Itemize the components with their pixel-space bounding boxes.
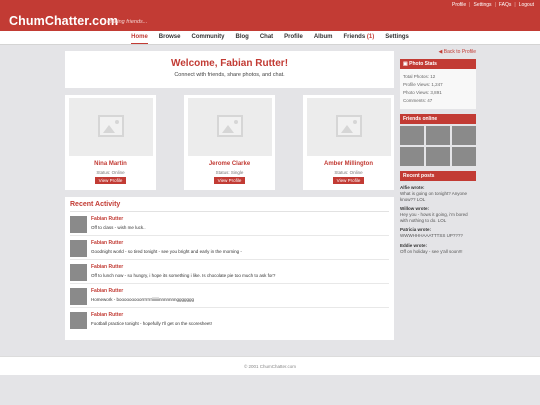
stat-profile-views: Profile Views: 1,247 (403, 82, 443, 87)
stat-total-photos: Total Photos: 12 (403, 74, 436, 79)
welcome-panel: Welcome, Fabian Rutter! Connect with fri… (65, 51, 394, 88)
nav-home[interactable]: Home (131, 34, 148, 44)
post-text: Off on holiday - see y'all soon!!! (400, 248, 463, 254)
recent-post: Alfie wrote: What is going on tonight? A… (400, 185, 476, 202)
toplink-logout[interactable]: Logout (519, 2, 534, 8)
separator: | (469, 2, 471, 8)
stat-photo-views: Photo Views: 3,891 (403, 90, 442, 95)
sidebar: ◀ Back to Profile ▣ Photo Stats Total Ph… (400, 49, 476, 254)
image-placeholder-icon (335, 115, 362, 137)
friend-thumbnail[interactable] (452, 126, 476, 145)
friend-thumbnail[interactable] (426, 147, 450, 166)
recent-post: Eddie wrote: Off on holiday - see y'all … (400, 243, 476, 255)
activity-author[interactable]: Fabian Rutter (91, 288, 194, 294)
activity-text: Football practice tonight - hopefully I'… (91, 321, 212, 326)
nav-chat[interactable]: Chat (260, 34, 273, 44)
activity-item: Fabian Rutter Off to lunch now - so hungr… (70, 260, 389, 284)
recent-post: Patricia wrote: WWWHHHAAATTTSS UP???? (400, 227, 476, 239)
avatar[interactable] (70, 240, 87, 257)
welcome-subtitle: Connect with friends, share photos, and … (174, 72, 285, 78)
friend-thumbnail[interactable] (400, 147, 424, 166)
separator: | (514, 2, 516, 8)
nav-friends[interactable]: Friends (1) (344, 34, 375, 44)
toplink-settings[interactable]: Settings (473, 2, 491, 8)
recent-post: Willow wrote: Hey you - hows it going, i… (400, 206, 476, 223)
friends-online-title: Friends online (400, 114, 476, 124)
friend-name[interactable]: Jerome Clarke (184, 161, 275, 167)
post-text: What is going on tonight? Anyone know?? … (400, 191, 468, 202)
nav-friends-label: Friends (343, 34, 367, 40)
avatar[interactable] (70, 216, 87, 233)
friend-thumbnail[interactable] (400, 126, 424, 145)
friend-name[interactable]: Amber Millington (303, 161, 394, 167)
friend-card: Nina Martin Status: Online View Profile (65, 95, 156, 190)
recent-posts-title: Recent posts (400, 171, 476, 181)
view-profile-button[interactable]: View Profile (213, 177, 246, 184)
view-profile-button[interactable]: View Profile (332, 177, 365, 184)
activity-author[interactable]: Fabian Rutter (91, 216, 146, 222)
activity-item: Fabian Rutter Homework - booooooooorrrrrr… (70, 284, 389, 308)
friend-photo[interactable] (187, 98, 272, 156)
friends-count-badge: (1) (366, 34, 375, 40)
post-text: WWWHHHAAATTTSS UP???? (400, 233, 463, 238)
activity-author[interactable]: Fabian Rutter (91, 240, 242, 246)
footer: © 2001 ChumChatter.com (0, 356, 540, 375)
nav-album[interactable]: Album (314, 34, 333, 44)
avatar[interactable] (70, 312, 87, 329)
friend-photo[interactable] (68, 98, 153, 156)
toplink-profile[interactable]: Profile (452, 2, 466, 8)
main-nav: Home Browse Community Blog Chat Profile … (0, 31, 540, 45)
activity-item: Fabian Rutter Football practice tonight -… (70, 308, 389, 332)
stat-comments: Comments: 47 (403, 98, 433, 103)
photo-stats-header: ▣ Photo Stats (400, 59, 476, 69)
friends-online-grid (400, 126, 476, 166)
recent-activity-title: Recent Activity (70, 201, 389, 212)
activity-text: Goodnight world - so tired tonight - see… (91, 249, 242, 254)
image-placeholder-icon (216, 115, 243, 137)
friend-status: Status: Online (334, 170, 363, 175)
main-content: Welcome, Fabian Rutter! Connect with fri… (65, 51, 394, 340)
post-author[interactable]: Alfie wrote: (400, 185, 476, 190)
nav-browse[interactable]: Browse (159, 34, 181, 44)
nav-profile[interactable]: Profile (284, 34, 303, 44)
photo-stats-title: Photo Stats (409, 61, 437, 67)
site-tagline: making friends... (107, 19, 148, 25)
account-links: Profile | Settings | FAQs | Logout (452, 2, 534, 8)
activity-author[interactable]: Fabian Rutter (91, 264, 275, 270)
activity-author[interactable]: Fabian Rutter (91, 312, 212, 318)
welcome-title: Welcome, Fabian Rutter! (170, 58, 289, 69)
post-author[interactable]: Patricia wrote: (400, 227, 476, 232)
post-author[interactable]: Eddie wrote: (400, 243, 476, 248)
activity-text: Off to class - wish me luck.. (91, 225, 146, 230)
image-placeholder-icon (97, 115, 124, 137)
post-author[interactable]: Willow wrote: (400, 206, 476, 211)
view-profile-button[interactable]: View Profile (94, 177, 127, 184)
friend-status: Status: Single (215, 170, 244, 175)
post-text: Hey you - hows it going, i'm bored with … (400, 212, 468, 223)
friend-photo[interactable] (306, 98, 391, 156)
friend-thumbnail[interactable] (426, 126, 450, 145)
nav-blog[interactable]: Blog (235, 34, 248, 44)
avatar[interactable] (70, 288, 87, 305)
toplink-faqs[interactable]: FAQs (499, 2, 512, 8)
nav-community[interactable]: Community (191, 34, 224, 44)
header-bar: ChumChatter.com making friends... Profil… (0, 0, 540, 31)
activity-item: Fabian Rutter Goodnight world - so tired … (70, 236, 389, 260)
recent-activity-panel: Recent Activity Fabian Rutter Off to clas… (65, 197, 394, 340)
separator: | (494, 2, 496, 8)
friend-name[interactable]: Nina Martin (65, 161, 156, 167)
site-logo[interactable]: ChumChatter.com (9, 14, 118, 28)
nav-settings[interactable]: Settings (385, 34, 409, 44)
back-to-profile-link[interactable]: ◀ Back to Profile (400, 49, 476, 55)
friend-thumbnail[interactable] (452, 147, 476, 166)
activity-text: Homework - booooooooorrrrrrriiiiiiinnnnn… (91, 297, 195, 302)
friend-card: Amber Millington Status: Online View Pro… (303, 95, 394, 190)
friend-card: Jerome Clarke Status: Single View Profil… (184, 95, 275, 190)
avatar[interactable] (70, 264, 87, 281)
photo-stats: Total Photos: 12 Profile Views: 1,247 Ph… (400, 69, 476, 109)
friends-list: Nina Martin Status: Online View Profile … (65, 95, 394, 190)
activity-text: Off to lunch now - so hungry, i hope its… (91, 273, 276, 278)
friend-status: Status: Online (96, 170, 125, 175)
activity-item: Fabian Rutter Off to class - wish me luck… (70, 212, 389, 236)
